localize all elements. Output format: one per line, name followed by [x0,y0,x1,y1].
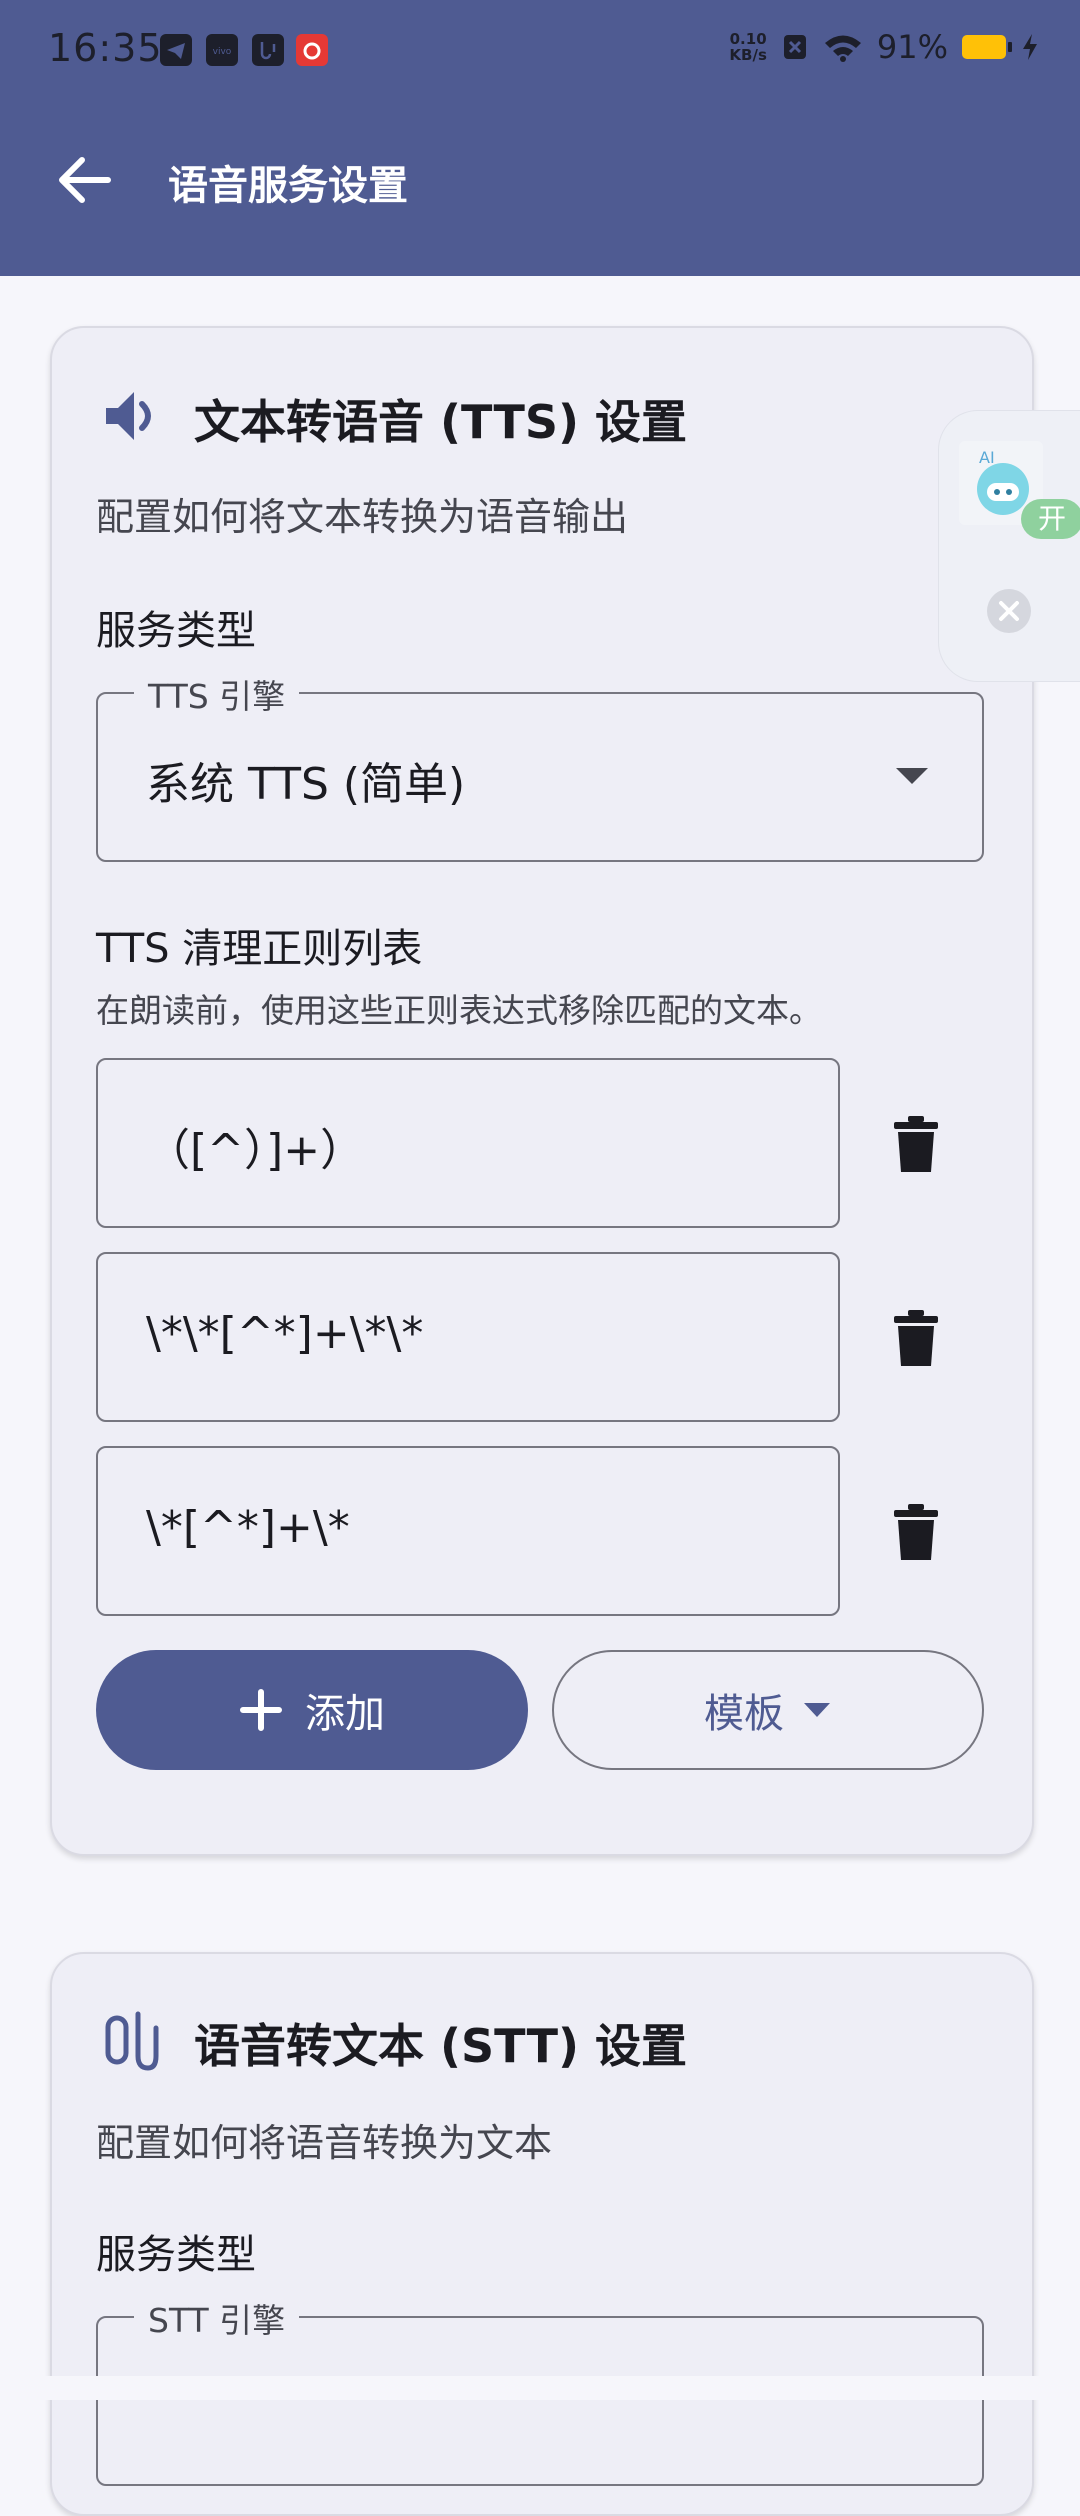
service-type-label: 服务类型 [96,608,256,654]
regex-list-description: 在朗读前，使用这些正则表达式移除匹配的文本。 [96,991,822,1030]
regex-value-2: \*\*[^*]+\*\* [146,1308,424,1359]
tts-card-description: 配置如何将文本转换为语音输出 [96,495,629,539]
charging-icon [1023,34,1037,60]
sim-off-icon [783,35,806,59]
plus-icon [240,1689,282,1731]
regex-list-title: TTS 清理正则列表 [96,926,423,972]
stt-settings-card: 语音转文本 (STT) 设置 配置如何将语音转换为文本 服务类型 STT 引擎 [50,1952,1034,2516]
stt-card-description: 配置如何将语音转换为文本 [96,2121,553,2165]
stt-engine-field-label: STT 引擎 [134,2294,300,2342]
tts-engine-value: 系统 TTS (简单) [146,759,466,810]
stt-engine-dropdown[interactable]: STT 引擎 [96,2294,984,2486]
regex-input-2[interactable]: \*\*[^*]+\*\* [96,1252,840,1422]
arrow-back-icon [59,157,111,203]
bottom-edge [0,2376,1080,2400]
stt-service-type-label: 服务类型 [96,2232,256,2278]
netease-music-icon [296,34,328,66]
delete-icon[interactable] [894,1504,938,1560]
volume-icon [106,392,151,440]
tts-settings-card: 文本转语音 (TTS) 设置 配置如何将文本转换为语音输出 服务类型 TTS 引… [50,326,1034,1856]
microphone-icon [105,2011,159,2071]
floating-assistant-widget[interactable]: AI 开 [938,410,1080,682]
svg-text:vivo: vivo [213,47,232,57]
net-speed-unit: KB/s [729,46,767,64]
dropdown-arrow-icon [804,1703,830,1717]
status-time: 16:35 [48,26,163,70]
add-regex-button[interactable]: 添加 [96,1650,528,1770]
dropdown-arrow-icon [896,768,928,784]
usb-debug-icon [252,34,284,66]
tts-card-title: 文本转语音 (TTS) 设置 [194,395,688,449]
template-button[interactable]: 模板 [552,1650,984,1770]
template-button-label: 模板 [704,1691,784,1737]
regex-value-3: \*[^*]+\* [146,1502,350,1553]
battery-icon [962,35,1012,59]
net-speed: 0.10 KB/s [729,31,766,63]
net-speed-value: 0.10 [729,30,767,48]
regex-input-3[interactable]: \*[^*]+\* [96,1446,840,1616]
tts-engine-field-label: TTS 引擎 [134,670,300,718]
telegram-icon [160,34,192,66]
ai-label: AI [979,448,995,467]
delete-icon[interactable] [894,1116,938,1172]
battery-percent: 91% [876,28,948,66]
back-button[interactable] [50,148,120,212]
stt-card-title: 语音转文本 (STT) 设置 [194,2019,688,2073]
status-right: 0.10 KB/s 91% [729,28,1040,66]
delete-icon[interactable] [894,1310,938,1366]
regex-input-1[interactable]: （[^）]+） [96,1058,840,1228]
tts-engine-dropdown[interactable]: TTS 引擎 系统 TTS (简单) [96,670,984,862]
vivo-icon: vivo [206,34,238,66]
toggle-on-badge: 开 [1021,499,1080,539]
regex-value-1: （[^）]+） [146,1125,365,1176]
wifi-icon [824,35,861,62]
add-button-label: 添加 [305,1691,385,1737]
close-icon[interactable] [985,587,1033,635]
page-title: 语音服务设置 [168,163,408,209]
